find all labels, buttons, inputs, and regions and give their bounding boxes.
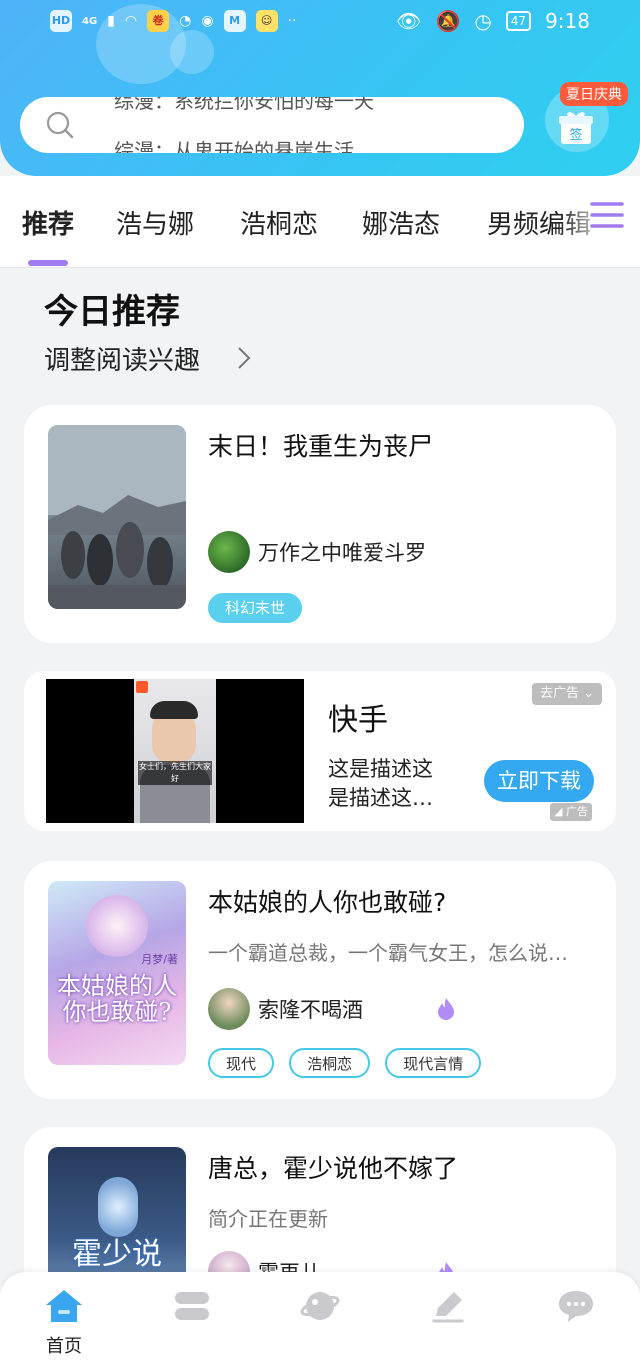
search-hint: 综漫：系统拦你安怕的每一天 xyxy=(114,97,374,113)
book-title[interactable]: 末日！我重生为丧尸 xyxy=(208,427,433,463)
ad-video-frame: 女士们，先生们大家好 xyxy=(134,679,216,823)
wifi-icon: ◠ xyxy=(124,13,138,29)
book-tags: 科幻末世 xyxy=(208,593,312,623)
app-icon: ☺ xyxy=(255,10,278,32)
author-name: 索隆不喝酒 xyxy=(258,998,363,1022)
cover-title-text: 霍少说 xyxy=(72,1237,162,1272)
hd-badge: HD xyxy=(50,10,72,32)
header: HD 4G ▮ ◠ 卷 ◔ ◉ M ☺ ·· 👁 🔕 ◷ 47 9:18 综漫：… xyxy=(0,0,640,176)
book-tag[interactable]: 现代言情 xyxy=(385,1048,482,1078)
search-bar[interactable]: 综漫：系统拦你安怕的每一天 综漫：从鬼开始的悬崖生活 xyxy=(20,97,524,153)
remove-ad-label: 去广告 xyxy=(540,686,580,701)
video-caption: 女士们，先生们大家好 xyxy=(138,761,212,785)
section-title: 今日推荐 xyxy=(44,292,180,332)
book-cover[interactable] xyxy=(48,425,186,609)
book-author[interactable]: 万作之中唯爱斗罗 xyxy=(208,531,426,573)
book-title[interactable]: 本姑娘的人你也敢碰? xyxy=(208,883,446,919)
avatar xyxy=(208,531,250,573)
checkin-label: 签 xyxy=(569,127,582,143)
remove-ad-button[interactable]: 去广告 ⌄ xyxy=(532,683,603,705)
avatar xyxy=(208,988,250,1030)
ad-mark-label: 广告 xyxy=(565,805,588,818)
search-hint: 综漫：从鬼开始的悬崖生活 xyxy=(114,139,354,153)
hot-fire-icon xyxy=(438,998,454,1020)
book-title[interactable]: 唐总，霍少说他不嫁了 xyxy=(208,1149,458,1185)
nav-discover[interactable] xyxy=(290,1288,350,1358)
chat-icon xyxy=(559,1291,593,1322)
cover-author-text: 月梦/著 xyxy=(141,953,178,966)
status-bar: HD 4G ▮ ◠ 卷 ◔ ◉ M ☺ ·· 👁 🔕 ◷ 47 9:18 xyxy=(0,0,640,48)
gift-icon[interactable]: 签 xyxy=(559,110,593,146)
eye-icon: 👁 xyxy=(396,9,422,33)
ad-card[interactable]: 女士们，先生们大家好 去广告 ⌄ 快手 这是描述这 是描述这… 立即下载 ◢ 广… xyxy=(24,671,616,831)
cover-art-zombies xyxy=(48,425,186,609)
app-icon: M xyxy=(223,10,246,32)
book-description: 简介正在更新 xyxy=(208,1207,328,1231)
book-tag[interactable]: 浩桐恋 xyxy=(289,1048,371,1078)
network-label: 4G xyxy=(82,15,98,27)
cover-art-figure xyxy=(98,1177,138,1237)
clock: 9:18 xyxy=(545,9,590,33)
book-author[interactable]: 索隆不喝酒 xyxy=(208,988,363,1030)
book-tag[interactable]: 现代 xyxy=(208,1048,275,1078)
browser-icon: ◔ xyxy=(179,13,192,29)
menu-icon[interactable] xyxy=(590,200,624,230)
pen-icon xyxy=(432,1292,464,1323)
ad-description: 这是描述这 是描述这… xyxy=(328,755,433,813)
battery-icon: 47 xyxy=(505,11,532,31)
nav-bookshelf[interactable] xyxy=(162,1288,222,1358)
ad-desc-line: 是描述这… xyxy=(328,786,433,810)
author-name: 万作之中唯爱斗罗 xyxy=(258,541,426,565)
chevron-right-icon[interactable] xyxy=(236,344,252,372)
ad-video[interactable]: 女士们，先生们大家好 xyxy=(46,679,304,823)
tab-hao-tong[interactable]: 浩桐恋 xyxy=(240,204,318,241)
download-button[interactable]: 立即下载 xyxy=(484,760,594,802)
app-notify-icon: 卷 xyxy=(147,10,170,32)
search-icon xyxy=(46,111,74,139)
ad-desc-line: 这是描述这 xyxy=(328,757,433,781)
nav-messages[interactable] xyxy=(546,1288,606,1358)
book-card[interactable]: 本姑娘的人你也敢碰? 月梦/著 本姑娘的人你也敢碰? 一个霸道总裁，一个霸气女王… xyxy=(24,861,616,1099)
bottom-nav: 首页 xyxy=(0,1272,640,1370)
presenter-hair xyxy=(150,701,198,719)
kuaishou-logo-icon xyxy=(136,681,148,693)
nav-home-label: 首页 xyxy=(46,1336,82,1357)
tab-na-hao[interactable]: 娜浩态 xyxy=(362,204,440,241)
nav-home[interactable]: 首页 xyxy=(34,1288,94,1358)
active-tab-indicator xyxy=(28,260,68,266)
search-carousel: 综漫：系统拦你安怕的每一天 综漫：从鬼开始的悬崖生活 xyxy=(114,97,374,153)
wechat-icon: ◉ xyxy=(201,13,214,29)
book-description: 一个霸道总裁，一个霸气女王，怎么说… xyxy=(208,941,568,965)
planet-icon xyxy=(300,1292,340,1320)
cover-title-text: 本姑娘的人你也敢碰? xyxy=(57,972,177,1026)
book-card[interactable]: 末日！我重生为丧尸 万作之中唯爱斗罗 科幻末世 xyxy=(24,405,616,643)
mute-icon: 🔕 xyxy=(435,9,461,33)
tab-recommend[interactable]: 推荐 xyxy=(22,204,74,241)
home-icon xyxy=(46,1290,82,1322)
book-cover[interactable]: 本姑娘的人你也敢碰? 月梦/著 xyxy=(48,881,186,1065)
tab-hao-na[interactable]: 浩与娜 xyxy=(116,204,194,241)
book-tags: 现代 浩桐恋 现代言情 xyxy=(208,1048,491,1078)
nav-write[interactable] xyxy=(418,1288,478,1358)
adjust-interest-link[interactable]: 调整阅读兴趣 xyxy=(44,340,200,377)
stack-icon xyxy=(175,1292,209,1320)
cover-art-figure xyxy=(86,895,148,957)
speed-icon: ◷ xyxy=(474,9,492,33)
ad-mark: ◢ 广告 xyxy=(550,803,592,821)
more-icon: ·· xyxy=(287,13,297,29)
checkin-badge: 夏日庆典 xyxy=(560,82,628,106)
book-tag[interactable]: 科幻末世 xyxy=(208,593,303,623)
signal-icon: ▮ xyxy=(107,13,115,29)
category-tabs: 推荐 浩与娜 浩桐恋 娜浩态 男频编辑 xyxy=(0,176,640,268)
ad-brand: 快手 xyxy=(328,703,388,738)
